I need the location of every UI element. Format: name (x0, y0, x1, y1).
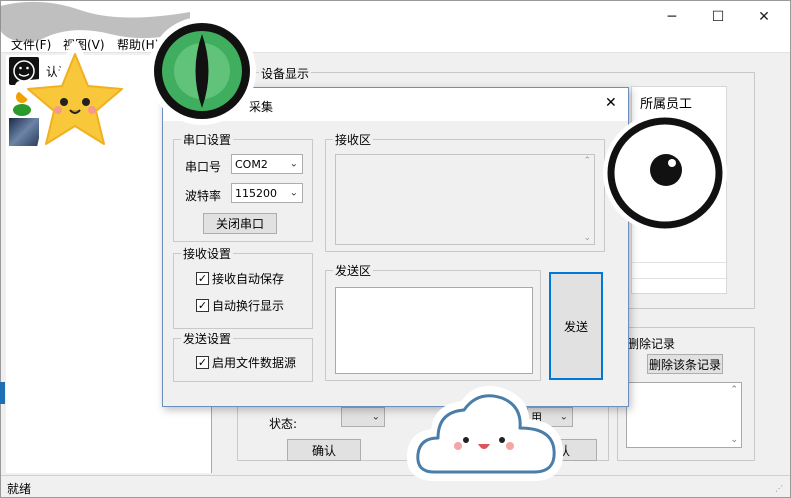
send-area-title: 发送区 (333, 262, 374, 279)
delete-record-button[interactable]: 删除该条记录 (647, 354, 723, 374)
send-textarea[interactable] (335, 287, 533, 374)
file-source-checkbox[interactable]: ✓ 启用文件数据源 (196, 354, 296, 371)
delete-record-title: 删除记录 (625, 335, 678, 352)
scroll-up-icon[interactable]: ⌃ (730, 385, 738, 395)
table-row-line (632, 262, 726, 263)
status-bar: 就绪 ⋰ (1, 475, 790, 497)
send-settings-title: 发送设置 (181, 330, 234, 347)
confirm-button[interactable]: 确认 (287, 439, 361, 461)
checkmark-icon: ✓ (196, 272, 209, 285)
chevron-down-icon: ⌄ (289, 158, 298, 170)
snake-eye-icon (148, 17, 256, 125)
baud-label: 波特率 (185, 189, 222, 203)
minimize-button[interactable]: ─ (649, 1, 695, 33)
auto-newline-label: 自动换行显示 (212, 299, 285, 313)
eyeball-icon (603, 113, 727, 233)
scroll-down-icon[interactable]: ⌄ (730, 435, 738, 445)
cloud-icon (406, 386, 564, 481)
close-button[interactable]: ✕ (741, 1, 787, 33)
baud-value: 115200 (235, 186, 277, 200)
auto-save-checkbox[interactable]: ✓ 接收自动保存 (196, 270, 284, 287)
auto-save-label: 接收自动保存 (212, 272, 285, 286)
receive-textarea[interactable]: ⌃ ⌄ (335, 154, 595, 245)
checkmark-icon: ✓ (196, 299, 209, 312)
scroll-down-icon[interactable]: ⌄ (583, 233, 591, 243)
checkmark-icon: ✓ (196, 356, 209, 369)
delete-list[interactable]: ⌃ ⌄ (626, 382, 742, 448)
port-label: 串口号 (185, 160, 222, 174)
port-select[interactable]: COM2 ⌄ (231, 154, 303, 174)
send-button[interactable]: 发送 (549, 272, 603, 380)
port-value: COM2 (235, 157, 268, 171)
scroll-up-icon[interactable]: ⌃ (583, 156, 591, 166)
resize-grip-icon[interactable]: ⋰ (775, 484, 783, 493)
auto-newline-checkbox[interactable]: ✓ 自动换行显示 (196, 297, 284, 314)
table-row-line (632, 278, 726, 279)
status-label: 状态: (269, 417, 298, 431)
receive-area-title: 接收区 (333, 131, 374, 148)
chevron-down-icon: ⌄ (371, 411, 380, 423)
status-combo[interactable]: ⌄ (341, 407, 385, 427)
edge-band (0, 382, 5, 404)
serial-dialog: 采集 ✕ 串口设置 串口号 COM2 ⌄ 波特率 115200 ⌄ 关闭串口 接收设… (162, 87, 629, 407)
receive-settings-group (173, 253, 313, 329)
status-text: 就绪 (7, 482, 32, 496)
maximize-button[interactable]: ☐ (695, 1, 741, 33)
serial-settings-title: 串口设置 (181, 131, 234, 148)
chevron-down-icon: ⌄ (289, 187, 298, 199)
dialog-close-icon[interactable]: ✕ (605, 95, 617, 111)
star-icon (15, 41, 135, 157)
file-source-label: 启用文件数据源 (212, 356, 297, 370)
close-port-button[interactable]: 关闭串口 (203, 213, 277, 234)
device-display-title: 设备显示 (259, 65, 312, 82)
receive-settings-title: 接收设置 (181, 245, 234, 262)
baud-select[interactable]: 115200 ⌄ (231, 183, 303, 203)
